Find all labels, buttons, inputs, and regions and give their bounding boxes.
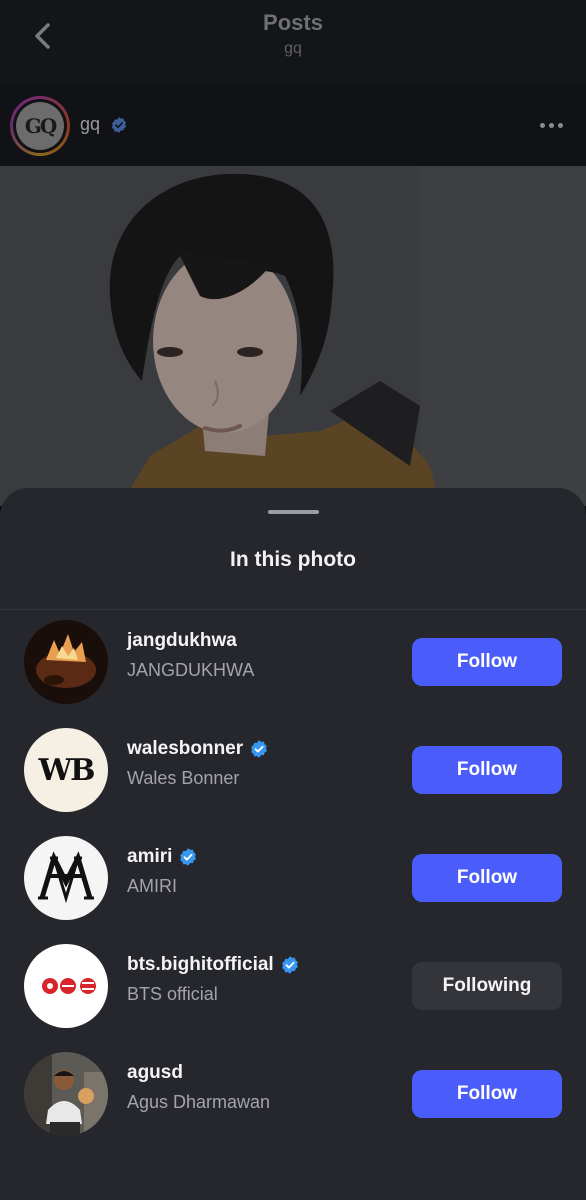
verified-badge-icon — [251, 740, 267, 758]
display-name: BTS official — [127, 984, 218, 1004]
avatar[interactable] — [24, 836, 108, 920]
sheet-divider — [0, 609, 586, 610]
follow-button[interactable]: Follow — [412, 638, 562, 686]
tagged-people-sheet: In this photo jangdukhwa JANGDUKHWA Foll… — [0, 488, 586, 1200]
list-item[interactable]: jangdukhwa JANGDUKHWA Follow — [0, 620, 586, 728]
verified-badge-icon — [180, 848, 197, 866]
username[interactable]: jangdukhwa — [127, 630, 237, 652]
avatar[interactable] — [24, 944, 108, 1028]
following-button[interactable]: Following — [412, 962, 562, 1010]
amiri-logo-icon — [38, 851, 94, 904]
follow-button[interactable]: Follow — [412, 854, 562, 902]
username-text[interactable]: jangdukhwa — [127, 630, 237, 652]
avatar[interactable] — [24, 620, 108, 704]
display-name: Agus Dharmawan — [127, 1092, 271, 1112]
follow-button[interactable]: Follow — [412, 1070, 562, 1118]
username-text[interactable]: walesbonner — [127, 738, 243, 760]
page-subtitle: gq — [284, 40, 302, 57]
follow-button[interactable]: Follow — [412, 746, 562, 794]
avatar[interactable] — [24, 1052, 108, 1136]
verified-badge-icon — [111, 117, 127, 133]
post-username[interactable]: gq — [80, 114, 100, 135]
story-ring[interactable]: GQ — [10, 96, 70, 156]
post-photo[interactable] — [0, 166, 586, 506]
top-nav-bar: Posts gq — [0, 0, 586, 84]
username[interactable]: amiri — [127, 846, 198, 868]
page-title: Posts — [263, 10, 323, 35]
gq-avatar: GQ — [16, 102, 64, 150]
more-options-icon[interactable] — [536, 110, 566, 140]
username-text[interactable]: bts.bighitofficial — [127, 954, 274, 976]
display-name: Wales Bonner — [127, 768, 240, 788]
post-header: GQ gq — [0, 84, 586, 166]
list-item[interactable]: bts.bighitofficial BTS official Followin… — [0, 944, 586, 1052]
display-name: JANGDUKHWA — [127, 660, 255, 680]
sheet-title: In this photo — [230, 548, 356, 571]
avatar[interactable]: WB — [24, 728, 108, 812]
list-item[interactable]: agusd Agus Dharmawan Follow — [0, 1052, 586, 1160]
verified-badge-icon — [281, 956, 298, 974]
display-name: AMIRI — [127, 876, 178, 896]
username-text[interactable]: agusd — [127, 1062, 183, 1084]
sheet-drag-handle[interactable] — [268, 510, 319, 514]
username[interactable]: agusd — [127, 1062, 183, 1084]
list-item[interactable]: amiri AMIRI Follow — [0, 836, 586, 944]
username-text[interactable]: amiri — [127, 846, 172, 868]
list-item[interactable]: WB walesbonner Wales Bonner Follow — [0, 728, 586, 836]
walesbonner-logo: WB — [38, 752, 95, 788]
username[interactable]: bts.bighitofficial — [127, 954, 300, 976]
bts-logo-icon — [42, 978, 96, 994]
username[interactable]: walesbonner — [127, 738, 269, 760]
